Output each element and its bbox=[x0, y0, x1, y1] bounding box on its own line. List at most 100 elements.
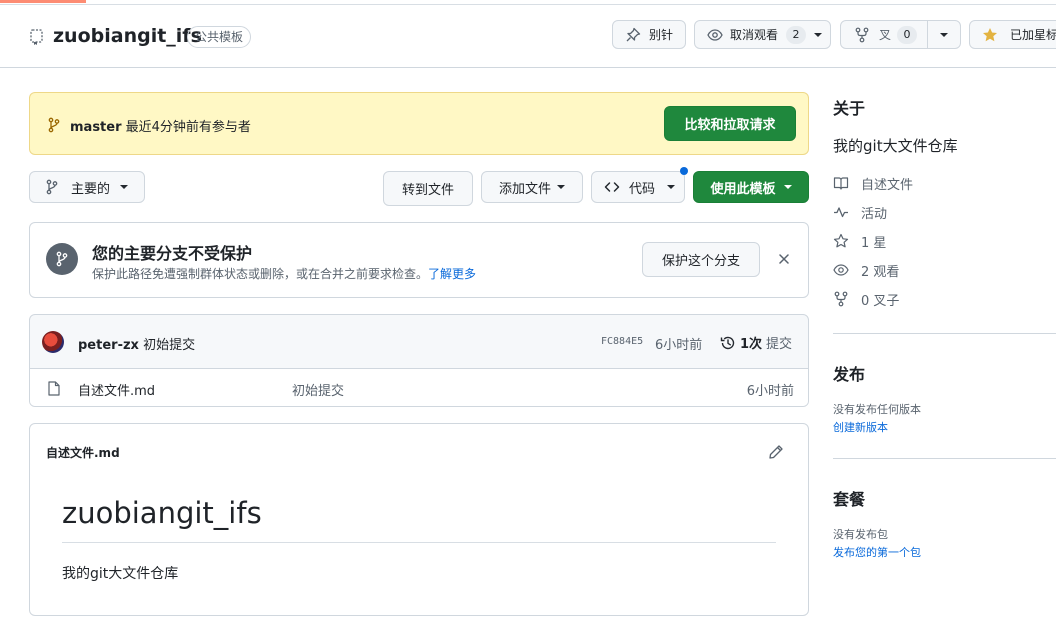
recent-push-banner: master 最近4分钟前有参与者 比较和拉取请求 bbox=[29, 92, 809, 155]
chevron-down-icon bbox=[667, 185, 676, 189]
star-filled-icon bbox=[983, 27, 997, 41]
releases-empty-text: 没有发布任何版本 bbox=[833, 403, 921, 416]
latest-commit-row: peter-zx 初始提交 FC884E5 6小时前 1次 提交 bbox=[30, 315, 808, 369]
visibility-badge: 公共模板 bbox=[187, 26, 252, 48]
star-button[interactable]: 已加星标 bbox=[969, 20, 1056, 49]
code-icon bbox=[604, 182, 620, 192]
commit-hash[interactable]: FC884E5 bbox=[601, 336, 643, 347]
add-file-button[interactable]: 添加文件 bbox=[481, 171, 583, 203]
go-to-file-button[interactable]: 转到文件 bbox=[383, 171, 473, 206]
code-label: 代码 bbox=[629, 181, 656, 197]
sidebar-item-label: 0 叉子 bbox=[861, 293, 900, 309]
watch-label: 取消观看 bbox=[730, 28, 779, 42]
commit-time: 6小时前 bbox=[655, 338, 703, 353]
readme-divider bbox=[62, 542, 776, 543]
protection-description: 保护此路径免遭强制群体状态或删除，或在合并之前要求检查。了解更多 bbox=[92, 265, 476, 282]
packages-title[interactable]: 套餐 bbox=[833, 486, 865, 510]
fork-button[interactable]: 叉 0 bbox=[840, 20, 928, 49]
file-name[interactable]: 自述文件.md bbox=[78, 380, 155, 399]
commit-author[interactable]: peter-zx bbox=[78, 338, 139, 353]
sidebar-item-label: 自述文件 bbox=[861, 177, 914, 193]
file-commit-time: 6小时前 bbox=[746, 384, 794, 399]
banner-message: 最近4分钟前有参与者 bbox=[125, 120, 251, 135]
sidebar-item-label: 活动 bbox=[861, 206, 888, 222]
table-row[interactable]: 自述文件.md 初始提交 6小时前 bbox=[30, 369, 808, 406]
eye-icon bbox=[833, 264, 849, 276]
fork-dropdown-button[interactable] bbox=[927, 20, 961, 49]
pencil-icon[interactable] bbox=[768, 444, 784, 460]
watch-button[interactable]: 取消观看 2 bbox=[694, 20, 831, 49]
protect-branch-button[interactable]: 保护这个分支 bbox=[642, 242, 760, 277]
book-icon bbox=[833, 177, 849, 190]
chevron-down-icon bbox=[940, 32, 948, 37]
history-icon bbox=[720, 336, 735, 349]
fork-label: 叉 bbox=[879, 28, 892, 42]
branch-icon bbox=[56, 251, 68, 267]
file-commit-message[interactable]: 初始提交 bbox=[292, 380, 344, 399]
avatar[interactable] bbox=[42, 331, 64, 353]
pin-icon bbox=[626, 27, 641, 41]
releases-title[interactable]: 发布 bbox=[833, 361, 865, 385]
repo-name[interactable]: zuobiangit_ifs bbox=[53, 25, 202, 47]
repo-header: zuobiangit_ifs 公共模板 别针 取消观看 2 叉 0 已加星标 bbox=[0, 5, 1056, 68]
sidebar-item-activity[interactable]: 活动 bbox=[833, 202, 887, 222]
commit-author-line: peter-zx 初始提交 bbox=[78, 334, 195, 353]
readme-filename: 自述文件.md bbox=[46, 446, 120, 460]
sidebar-divider bbox=[833, 333, 1056, 334]
branch-icon bbox=[48, 117, 60, 133]
eye-icon bbox=[707, 28, 723, 41]
branch-icon-badge bbox=[46, 243, 78, 275]
code-button[interactable]: 代码 bbox=[591, 171, 685, 203]
use-template-label: 使用此模板 bbox=[710, 181, 776, 197]
readme-body: 我的git大文件仓库 bbox=[62, 566, 179, 582]
sidebar-item-forks[interactable]: 0 叉子 bbox=[833, 289, 899, 309]
top-accent-bar bbox=[0, 0, 86, 3]
add-file-label: 添加文件 bbox=[498, 181, 551, 197]
learn-more-link[interactable]: 了解更多 bbox=[428, 267, 476, 281]
branch-select-label: 主要的 bbox=[71, 181, 111, 197]
pin-label: 别针 bbox=[649, 28, 674, 42]
branch-icon bbox=[46, 179, 58, 195]
fork-icon bbox=[834, 291, 848, 307]
compare-pull-request-button[interactable]: 比较和拉取请求 bbox=[664, 106, 796, 141]
readme-heading: zuobiangit_ifs bbox=[62, 496, 262, 530]
sidebar-item-stars[interactable]: 1 星 bbox=[833, 231, 886, 251]
readme-panel: 自述文件.md zuobiangit_ifs 我的git大文件仓库 bbox=[29, 423, 809, 616]
sidebar-item-watchers[interactable]: 2 观看 bbox=[833, 260, 899, 280]
chevron-down-icon bbox=[120, 185, 129, 189]
template-repo-icon bbox=[30, 29, 43, 45]
commit-message[interactable]: 初始提交 bbox=[143, 338, 195, 353]
commit-history-link[interactable]: 1次 提交 bbox=[720, 333, 792, 352]
file-icon bbox=[48, 381, 60, 396]
branch-protection-notice: 您的主要分支不受保护 保护此路径免遭强制群体状态或删除，或在合并之前要求检查。了… bbox=[29, 222, 809, 298]
protection-title: 您的主要分支不受保护 bbox=[92, 244, 253, 263]
chevron-down-icon bbox=[783, 185, 792, 189]
publish-package-link[interactable]: 发布您的第一个包 bbox=[833, 544, 921, 560]
notification-dot bbox=[680, 167, 688, 175]
file-browser: peter-zx 初始提交 FC884E5 6小时前 1次 提交 自述文件.md… bbox=[29, 314, 809, 407]
pin-button[interactable]: 别针 bbox=[612, 20, 686, 49]
fork-icon bbox=[855, 27, 869, 42]
sidebar-divider bbox=[833, 458, 1056, 459]
sidebar-item-label: 2 观看 bbox=[861, 264, 900, 280]
about-description: 我的git大文件仓库 bbox=[833, 137, 958, 155]
commit-count-label: 提交 bbox=[766, 337, 793, 352]
about-title: 关于 bbox=[833, 99, 866, 118]
create-release-link[interactable]: 创建新版本 bbox=[833, 419, 888, 435]
branch-select-button[interactable]: 主要的 bbox=[29, 171, 145, 203]
commit-count: 1次 bbox=[740, 337, 763, 352]
watch-count: 2 bbox=[786, 25, 807, 44]
banner-branch[interactable]: master bbox=[70, 120, 122, 135]
chevron-down-icon bbox=[557, 185, 565, 189]
close-icon[interactable] bbox=[777, 252, 791, 266]
pulse-icon bbox=[834, 207, 848, 218]
chevron-down-icon bbox=[814, 32, 823, 37]
banner-text: master 最近4分钟前有参与者 bbox=[70, 116, 251, 135]
sidebar-item-readme[interactable]: 自述文件 bbox=[833, 173, 913, 193]
protect-branch-label: 保护这个分支 bbox=[661, 254, 740, 269]
use-template-button[interactable]: 使用此模板 bbox=[693, 171, 809, 203]
sidebar-item-label: 1 星 bbox=[861, 235, 887, 251]
packages-empty-text: 没有发布包 bbox=[833, 528, 888, 541]
star-label: 已加星标 bbox=[1010, 28, 1056, 42]
fork-count: 0 bbox=[897, 25, 918, 44]
